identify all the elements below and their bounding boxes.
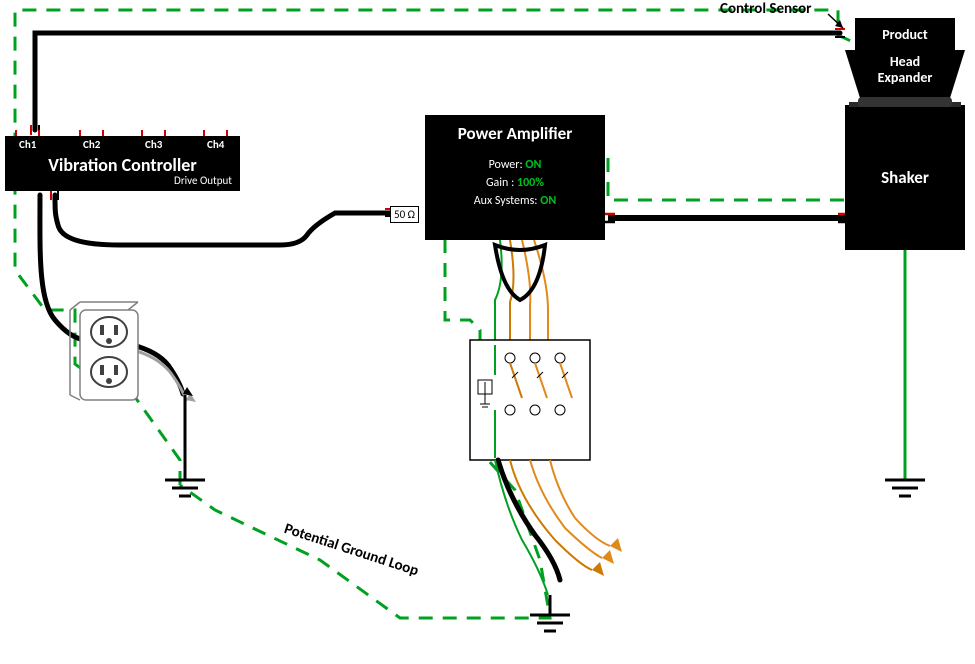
drive-output-label: Drive Output <box>174 174 232 187</box>
product-title: Product <box>882 26 928 43</box>
power-amplifier: Power Amplifier Power: ON Gain : 100% Au… <box>425 115 605 240</box>
cable-amp-to-panel <box>495 240 548 340</box>
shaker: Shaker <box>845 105 965 250</box>
wall-outlet-icon <box>70 302 138 400</box>
ch1-label: Ch1 <box>19 138 36 151</box>
shaker-title: Shaker <box>881 167 929 188</box>
breaker-panel <box>470 340 590 460</box>
head-expander-label-2: Expander <box>835 70 975 86</box>
power-amplifier-title: Power Amplifier <box>425 115 605 144</box>
impedance-label: 50 Ω <box>390 206 419 223</box>
amp-aux-value: ON <box>540 194 556 208</box>
armature-icon <box>858 97 952 107</box>
amp-power-label: Power: <box>489 158 523 172</box>
amp-aux-label: Aux Systems: <box>474 194 538 208</box>
product: Product <box>855 18 955 50</box>
ground-symbol-shaker <box>885 250 925 496</box>
ch4-label: Ch4 <box>207 138 224 151</box>
amp-power-value: ON <box>525 158 541 172</box>
ch2-label: Ch2 <box>83 138 100 151</box>
vibration-controller-title: Vibration Controller <box>5 154 240 176</box>
ground-loop-path <box>15 10 920 618</box>
ground-symbol-controller <box>165 395 205 496</box>
ch3-label: Ch3 <box>145 138 162 151</box>
ground-symbol-amplifier <box>530 595 570 631</box>
head-expander-label-1: Head <box>835 54 975 70</box>
amp-gain-label: Gain : <box>486 176 514 190</box>
vibration-controller: Ch1 Ch2 Ch3 Ch4 Vibration Controller Dri… <box>5 136 240 191</box>
control-sensor-label: Control Sensor <box>720 0 811 18</box>
cable-drive-to-amp <box>55 195 392 245</box>
cable-controller-mains <box>40 195 85 340</box>
amp-gain-value: 100% <box>517 176 544 190</box>
cable-panel-to-service <box>495 460 622 595</box>
